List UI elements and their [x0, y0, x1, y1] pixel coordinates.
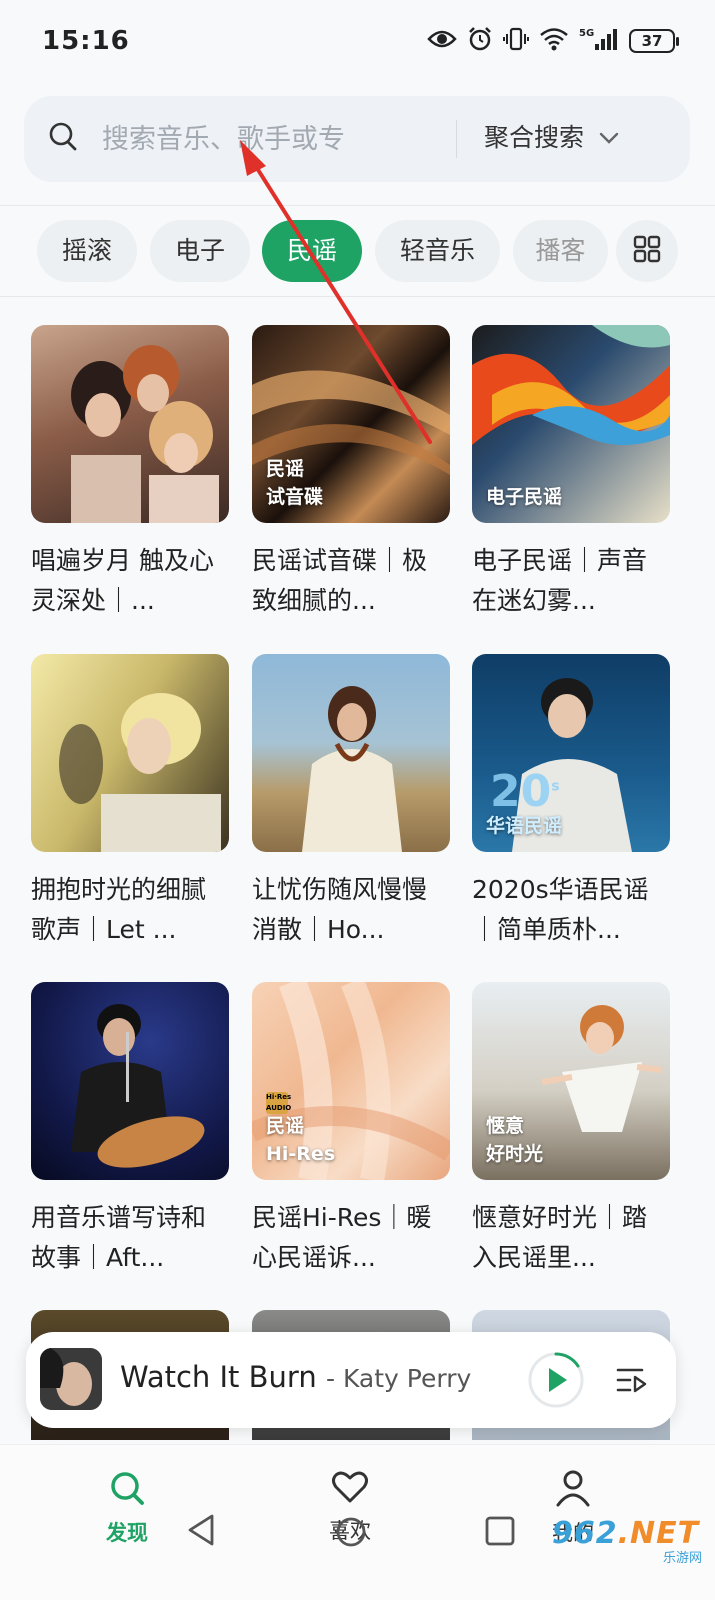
now-playing-artist[interactable]: - Katy Perry: [326, 1364, 471, 1393]
cover-decade: 20s: [490, 766, 560, 817]
svg-text:5G: 5G: [579, 28, 594, 39]
tab-rock[interactable]: 摇滚: [37, 220, 137, 282]
play-button[interactable]: [526, 1350, 586, 1410]
cover-label-line: 试音碟: [266, 486, 324, 508]
watermark-logo: 962.NET 乐游网: [552, 1516, 702, 1586]
cover-label-line: 民谣: [266, 458, 305, 480]
playlist-cover[interactable]: [31, 325, 229, 523]
search-bar[interactable]: 聚合搜索: [24, 96, 690, 182]
playlist-title[interactable]: 2020s华语民谣｜简单质朴...: [472, 870, 670, 950]
playlist-cover[interactable]: 民谣 试音碟: [252, 325, 450, 523]
cover-label: 惬意 好时光: [486, 1112, 543, 1168]
all-categories-button[interactable]: [616, 220, 678, 282]
recents-icon[interactable]: [484, 1515, 516, 1547]
tab-electronic[interactable]: 电子: [150, 220, 250, 282]
play-icon: [528, 1352, 584, 1408]
vibrate-icon: [503, 26, 529, 56]
search-icon: [48, 121, 78, 157]
eye-icon: [427, 28, 457, 54]
status-icons: 5G 37: [427, 26, 679, 56]
cover-label: 华语民谣: [486, 812, 562, 840]
playlist-card[interactable]: 民谣 试音碟 民谣试音碟｜极致细腻的...: [252, 325, 450, 621]
playlist-card[interactable]: Hi·Res AUDIO 民谣 Hi-Res 民谣Hi-Res｜暖心民谣诉...: [252, 982, 450, 1278]
search-mode-dropdown[interactable]: 聚合搜索: [484, 118, 620, 154]
playlist-title[interactable]: 用音乐谱写诗和故事｜Aft...: [31, 1198, 229, 1278]
playlist-title[interactable]: 民谣Hi-Res｜暖心民谣诉...: [252, 1198, 450, 1278]
mini-player[interactable]: Watch It Burn - Katy Perry: [26, 1332, 676, 1428]
grid-icon: [633, 235, 661, 267]
playlist-title[interactable]: 民谣试音碟｜极致细腻的...: [252, 541, 450, 621]
playlist-card[interactable]: 20s 华语民谣 2020s华语民谣｜简单质朴...: [472, 654, 670, 950]
hires-badge-bottom: AUDIO: [266, 1104, 292, 1112]
battery-indicator: 37: [629, 29, 679, 53]
playlist-cover[interactable]: [31, 982, 229, 1180]
hires-badge-icon: Hi·Res AUDIO: [266, 1092, 292, 1114]
watermark-number: 962: [552, 1516, 618, 1551]
playlist-card[interactable]: 电子民谣 电子民谣｜声音在迷幻雾...: [472, 325, 670, 621]
playlist-title[interactable]: 惬意好时光｜踏入民谣里...: [472, 1198, 670, 1278]
playlist-cover[interactable]: 电子民谣: [472, 325, 670, 523]
watermark-domain: .NET: [617, 1516, 700, 1551]
cover-label-line: 民谣: [266, 1115, 305, 1137]
category-tabs: 摇滚 电子 民谣 轻音乐 播客: [0, 205, 715, 297]
playlist-card[interactable]: 让忧伤随风慢慢消散｜Ho...: [252, 654, 450, 950]
wifi-icon: [539, 27, 569, 55]
now-playing-artwork[interactable]: [40, 1348, 102, 1410]
playlist-title[interactable]: 让忧伤随风慢慢消散｜Ho...: [252, 870, 450, 950]
nav-label: 发现: [106, 1521, 148, 1545]
tab-podcast[interactable]: 播客: [513, 220, 608, 282]
playlist-cover[interactable]: Hi·Res AUDIO 民谣 Hi-Res: [252, 982, 450, 1180]
now-playing-title[interactable]: Watch It Burn: [120, 1360, 317, 1394]
back-icon[interactable]: [186, 1513, 216, 1547]
cover-label-line: 华语民谣: [486, 815, 563, 837]
playlist-queue-button[interactable]: [616, 1366, 648, 1398]
home-icon[interactable]: [334, 1515, 368, 1549]
signal-5g-icon: 5G: [579, 26, 619, 56]
playlist-title[interactable]: 电子民谣｜声音在迷幻雾...: [472, 541, 670, 621]
nav-discover[interactable]: 发现: [67, 1469, 187, 1547]
search-icon: [111, 1472, 144, 1505]
playlist-card[interactable]: 拥抱时光的细腻歌声｜Let ...: [31, 654, 229, 950]
cover-decade-suffix: s: [551, 778, 560, 795]
queue-icon: [616, 1368, 647, 1393]
status-time: 15:16: [42, 26, 130, 56]
playlist-title[interactable]: 唱遍岁月 触及心灵深处｜...: [31, 541, 229, 621]
playlist-cover[interactable]: 惬意 好时光: [472, 982, 670, 1180]
tab-folk[interactable]: 民谣: [262, 220, 362, 282]
playlist-card[interactable]: 唱遍岁月 触及心灵深处｜...: [31, 325, 229, 621]
chevron-down-icon: [598, 122, 620, 151]
hires-badge-top: Hi·Res: [266, 1093, 292, 1101]
cover-label: 电子民谣: [486, 483, 562, 511]
playlist-cover[interactable]: [252, 654, 450, 852]
cover-label-line: 好时光: [486, 1143, 544, 1165]
alarm-icon: [467, 26, 493, 56]
status-bar: 15:16 5G 37: [0, 0, 715, 84]
search-divider: [456, 120, 457, 158]
watermark-main: 962.NET: [552, 1516, 702, 1551]
playlist-card[interactable]: 用音乐谱写诗和故事｜Aft...: [31, 982, 229, 1278]
cover-label-line: 惬意: [486, 1115, 525, 1137]
search-input[interactable]: [102, 114, 392, 164]
cover-label: 民谣 试音碟: [266, 455, 323, 511]
heart-icon: [332, 1471, 368, 1503]
person-icon: [556, 1470, 590, 1507]
tab-light-music[interactable]: 轻音乐: [375, 220, 500, 282]
cover-label: 民谣 Hi-Res: [266, 1112, 335, 1168]
playlist-title[interactable]: 拥抱时光的细腻歌声｜Let ...: [31, 870, 229, 950]
cover-label-line: 电子民谣: [486, 486, 563, 508]
playlist-cover[interactable]: [31, 654, 229, 852]
playlist-cover[interactable]: 20s 华语民谣: [472, 654, 670, 852]
playlist-card[interactable]: 惬意 好时光 惬意好时光｜踏入民谣里...: [472, 982, 670, 1278]
cover-decade-number: 20: [490, 766, 552, 817]
cover-label-line: Hi-Res: [266, 1143, 336, 1165]
search-mode-label: 聚合搜索: [484, 123, 585, 152]
